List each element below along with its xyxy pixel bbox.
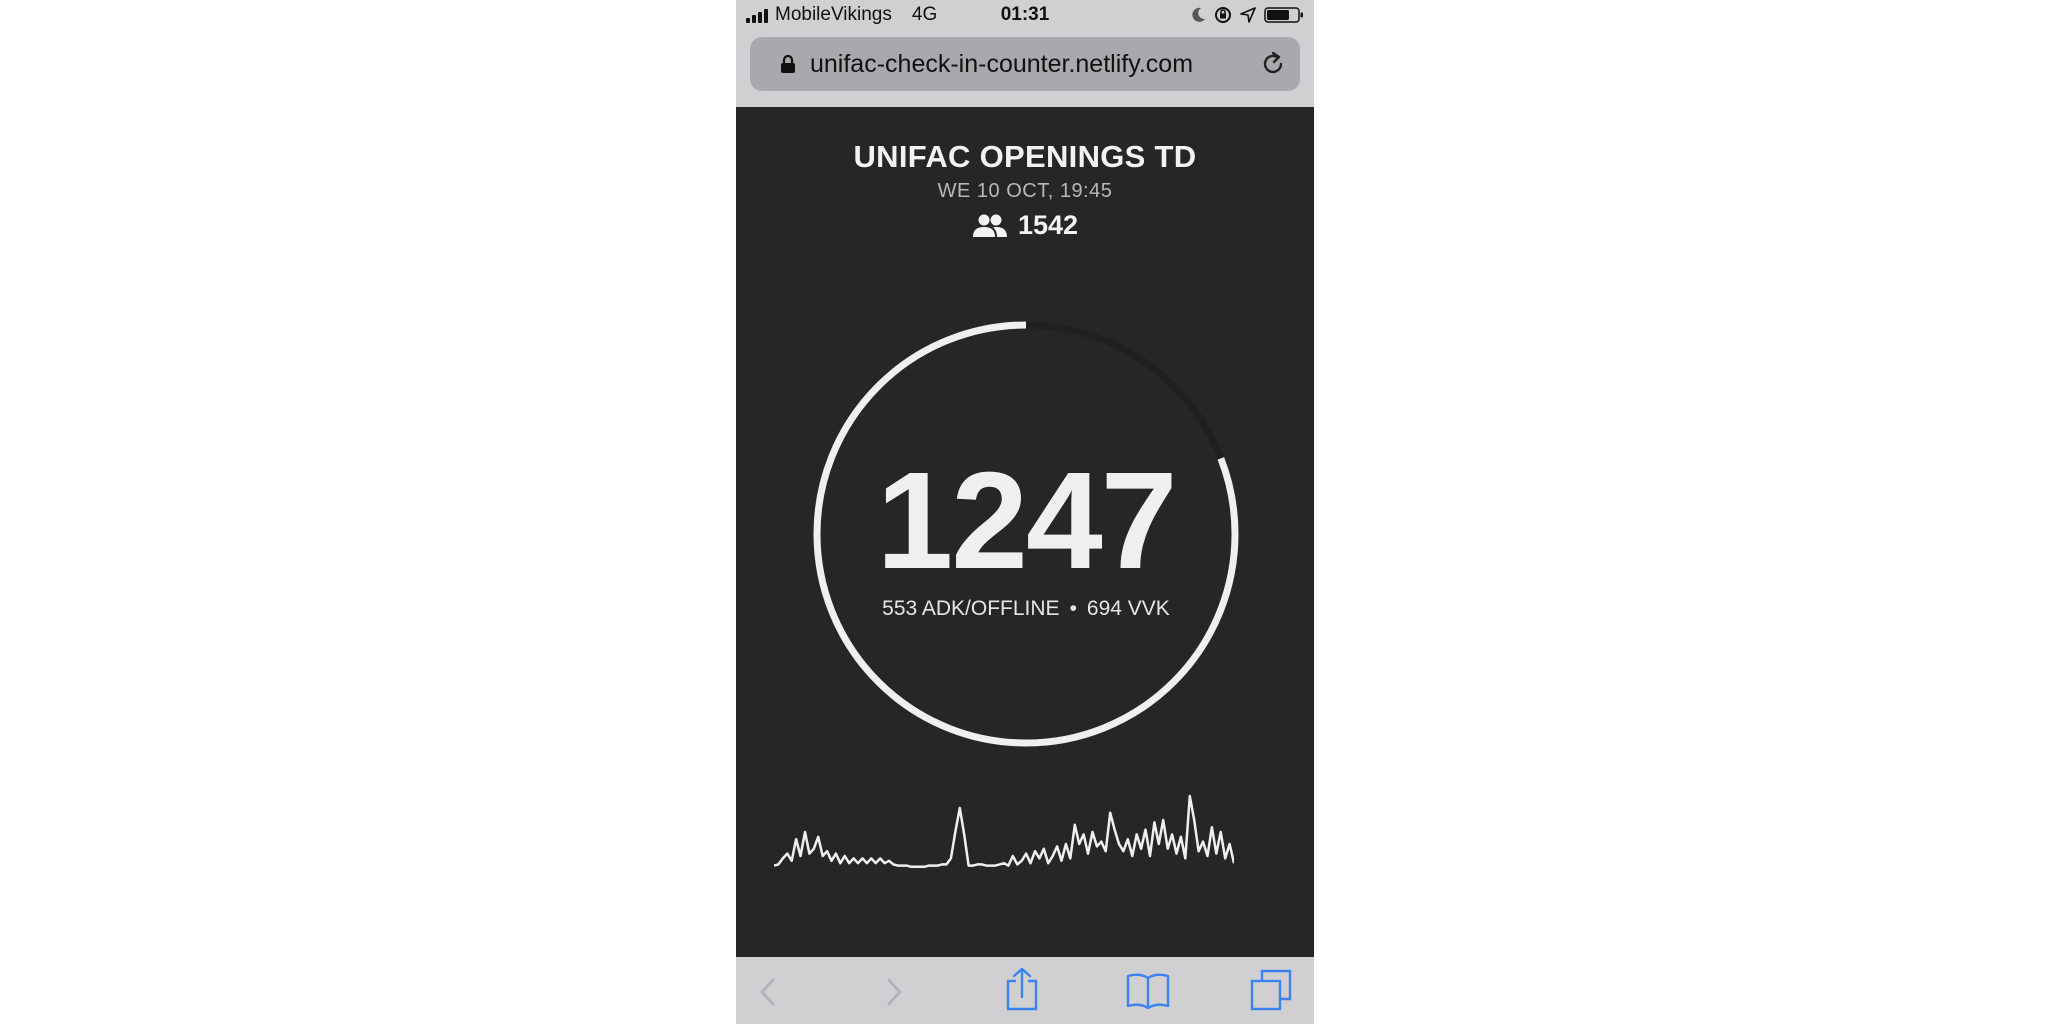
checked-in-count: 1247 <box>876 444 1178 598</box>
back-icon[interactable] <box>758 977 778 1007</box>
browser-toolbar <box>736 957 1314 1024</box>
reload-icon[interactable] <box>1260 51 1286 77</box>
separator-dot: • <box>1069 597 1077 620</box>
lock-icon <box>781 54 795 73</box>
location-icon <box>1240 7 1256 23</box>
orientation-lock-icon <box>1215 7 1231 23</box>
status-icons <box>1192 6 1304 24</box>
counter-page: UNIFAC OPENINGS TD WE 10 OCT, 19:45 1542… <box>736 107 1314 957</box>
sparkline-series <box>774 794 1234 869</box>
checkin-ring: 1247 553 ADK/OFFLINE • 694 VVK <box>811 319 1241 749</box>
event-date: WE 10 OCT, 19:45 <box>937 180 1113 202</box>
share-icon[interactable] <box>1004 967 1040 1011</box>
adk-count: 553 ADK/OFFLINE <box>882 597 1060 620</box>
phone-screen: MobileVikings 4G 01:31 unifac-check-in-c… <box>736 0 1314 1024</box>
checkin-sparkline <box>774 794 1234 869</box>
address-bar[interactable]: unifac-check-in-counter.netlify.com <box>750 37 1300 91</box>
people-icon <box>972 214 1007 237</box>
vvk-count: 694 VVK <box>1086 597 1170 620</box>
forward-icon[interactable] <box>884 977 904 1007</box>
bookmarks-icon[interactable] <box>1126 971 1170 1009</box>
capacity-row: 1542 <box>736 210 1314 241</box>
url-text[interactable]: unifac-check-in-counter.netlify.com <box>810 50 1193 79</box>
capacity-count: 1542 <box>1017 210 1079 240</box>
moon-icon <box>1192 7 1205 22</box>
checkin-breakdown: 553 ADK/OFFLINE • 694 VVK <box>811 597 1241 621</box>
status-bar: MobileVikings 4G 01:31 <box>736 0 1314 32</box>
event-title: UNIFAC OPENINGS TD <box>853 139 1197 174</box>
battery-icon <box>1264 7 1303 23</box>
tabs-icon[interactable] <box>1250 969 1292 1011</box>
